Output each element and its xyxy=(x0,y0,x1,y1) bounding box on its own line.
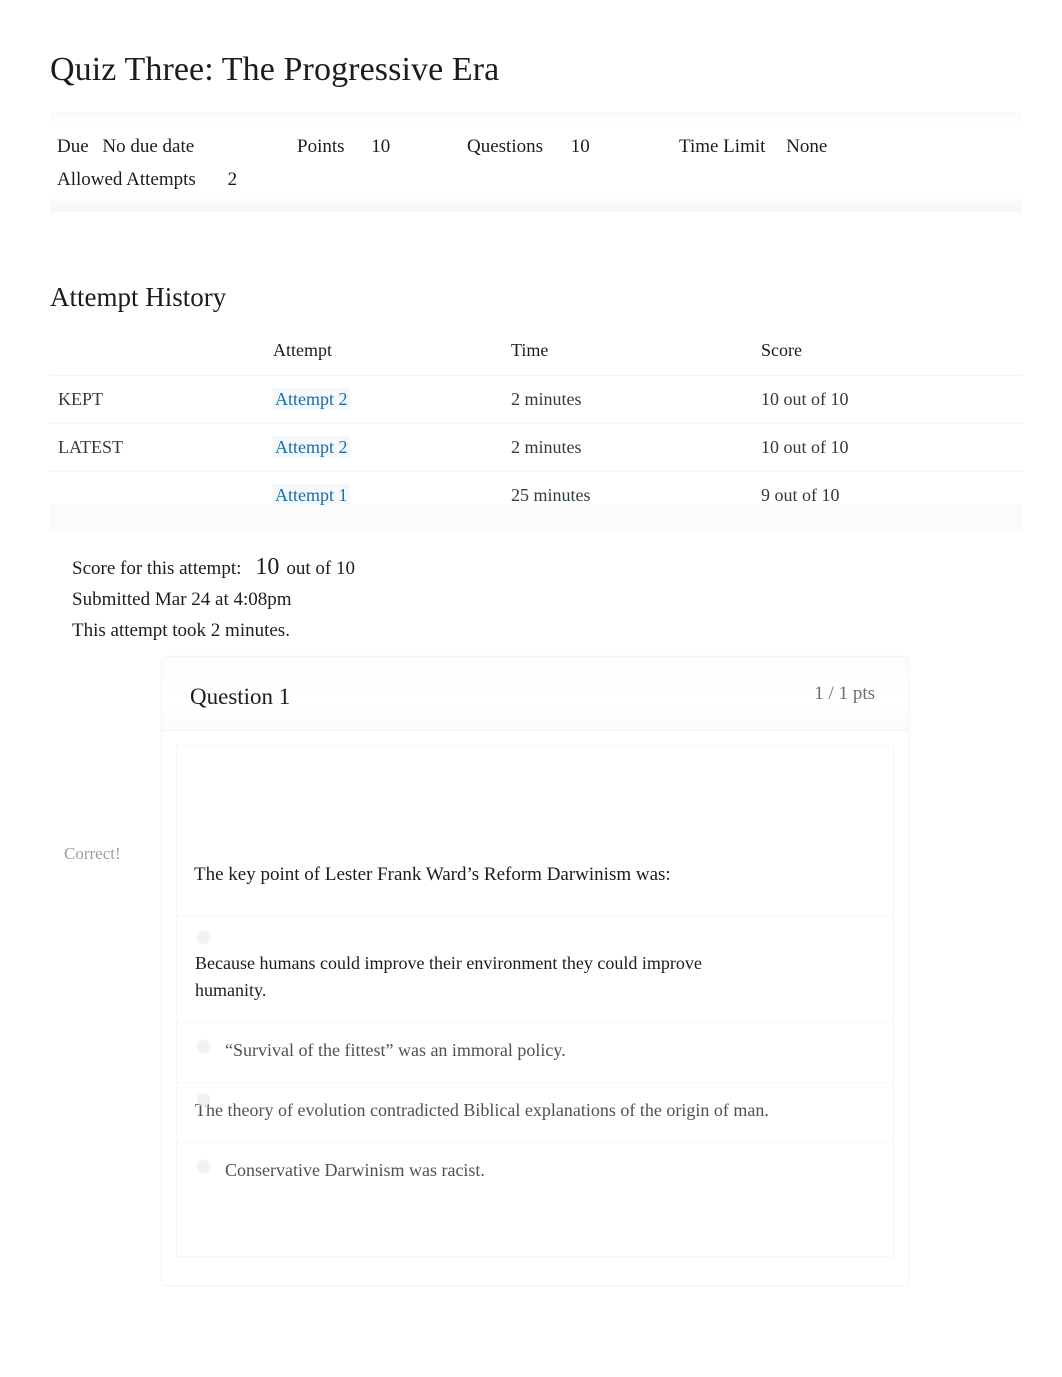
answer-option-label: The theory of evolution contradicted Bib… xyxy=(195,1100,769,1120)
attempt-duration: This attempt took 2 minutes. xyxy=(72,620,290,641)
quiz-meta-questions: Questions 10 xyxy=(467,130,679,163)
column-status xyxy=(50,335,265,376)
question-header: Question 1 1 / 1 pts xyxy=(162,657,908,731)
attempt-score: 10 out of 10 xyxy=(753,375,1022,424)
question-body: The key point of Lester Frank Ward’s Ref… xyxy=(176,745,894,1257)
attempt-score: 10 out of 10 xyxy=(753,423,1022,472)
answer-option-4[interactable]: Conservative Darwinism was racist. xyxy=(177,1142,893,1202)
attempt-status: KEPT xyxy=(50,375,265,424)
quiz-meta-row-primary: Due No due date Points 10 Questions 10 T… xyxy=(57,130,1017,163)
answer-option-label: “Survival of the fittest” was an immoral… xyxy=(225,1040,566,1060)
attempt-history-table-head: Attempt Time Score xyxy=(50,335,1022,376)
attempt-table-footer-band xyxy=(50,505,1022,531)
attempt-link-cell: Attempt 2 xyxy=(265,375,503,424)
radio-button-icon[interactable] xyxy=(197,931,210,944)
time-limit-value: None xyxy=(786,136,828,157)
score-label: Score for this attempt: xyxy=(72,558,242,579)
attempt-history-table: Attempt Time Score KEPT Attempt 2 2 minu… xyxy=(50,335,1022,520)
score-value: 10 xyxy=(255,554,280,580)
attempt-link[interactable]: Attempt 2 xyxy=(273,436,350,458)
radio-button-icon[interactable] xyxy=(197,1040,210,1053)
quiz-metadata: Due No due date Points 10 Questions 10 T… xyxy=(57,130,1017,196)
due-label: Due xyxy=(57,136,89,157)
question-title: Question 1 xyxy=(190,684,291,709)
column-time: Time xyxy=(503,335,753,376)
answer-option-label: Conservative Darwinism was racist. xyxy=(225,1160,485,1180)
answer-correct-flag: Correct! xyxy=(64,844,121,863)
radio-button-icon[interactable] xyxy=(197,1160,210,1173)
page-title: Quiz Three: The Progressive Era xyxy=(50,51,500,88)
column-score: Score xyxy=(753,335,1022,376)
attempt-history-table-body: KEPT Attempt 2 2 minutes 10 out of 10 LA… xyxy=(50,375,1022,520)
questions-label: Questions xyxy=(467,136,543,157)
quiz-meta-row-secondary: Allowed Attempts 2 xyxy=(57,163,1017,196)
question-points: 1 / 1 pts xyxy=(814,683,875,704)
due-value: No due date xyxy=(102,136,195,157)
score-for-this-attempt: Score for this attempt: 10 out of 10 xyxy=(72,552,355,584)
attempt-history-heading: Attempt History xyxy=(50,282,227,312)
table-row: KEPT Attempt 2 2 minutes 10 out of 10 xyxy=(50,375,1022,424)
quiz-meta-due: Due No due date xyxy=(57,130,297,163)
attempt-link[interactable]: Attempt 1 xyxy=(273,484,350,506)
answer-option-3[interactable]: The theory of evolution contradicted Bib… xyxy=(177,1082,893,1142)
attempt-link[interactable]: Attempt 2 xyxy=(273,388,350,410)
questions-value: 10 xyxy=(570,136,590,157)
points-value: 10 xyxy=(371,136,391,157)
score-out-of: out of 10 xyxy=(286,558,355,579)
column-attempt: Attempt xyxy=(265,335,503,376)
time-limit-label: Time Limit xyxy=(679,136,766,157)
attempt-link-cell: Attempt 2 xyxy=(265,423,503,472)
attempt-score-summary: Score for this attempt: 10 out of 10 Submi… xyxy=(72,552,355,646)
attempt-time: 2 minutes xyxy=(503,375,753,424)
allowed-attempts-label: Allowed Attempts xyxy=(57,169,196,190)
table-header-row: Attempt Time Score xyxy=(50,335,1022,376)
quiz-meta-points: Points 10 xyxy=(297,130,467,163)
table-row: LATEST Attempt 2 2 minutes 10 out of 10 xyxy=(50,423,1022,472)
attempt-time: 2 minutes xyxy=(503,423,753,472)
quiz-meta-allowed-attempts: Allowed Attempts 2 xyxy=(57,163,237,196)
answer-list: Because humans could improve their envir… xyxy=(177,916,893,1202)
submitted-timestamp: Submitted Mar 24 at 4:08pm xyxy=(72,589,292,610)
radio-button-icon[interactable] xyxy=(197,1093,210,1106)
answer-option-2[interactable]: “Survival of the fittest” was an immoral… xyxy=(177,1022,893,1082)
question-prompt: The key point of Lester Frank Ward’s Ref… xyxy=(194,864,671,885)
question-container: Question 1 1 / 1 pts The key point of Le… xyxy=(161,656,909,1286)
answer-option-1[interactable]: Because humans could improve their envir… xyxy=(177,916,893,1022)
quiz-meta-time-limit: Time Limit None xyxy=(679,130,827,163)
points-label: Points xyxy=(297,136,345,157)
answer-option-label: Because humans could improve their envir… xyxy=(195,953,702,1000)
allowed-attempts-value: 2 xyxy=(227,169,238,190)
attempt-status: LATEST xyxy=(50,423,265,472)
